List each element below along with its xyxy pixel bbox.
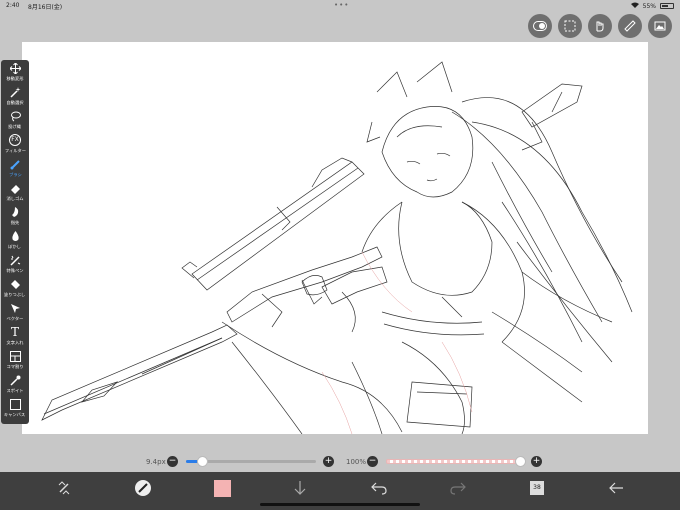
panel-icon	[9, 350, 21, 362]
tool-label: 消しゴム	[6, 196, 24, 202]
undo-button[interactable]	[369, 478, 389, 498]
brush-settings-button[interactable]	[133, 478, 153, 498]
hand-button[interactable]	[588, 14, 612, 38]
size-minus-button[interactable]: −	[167, 456, 178, 467]
status-right: 55%	[630, 2, 674, 10]
blur-icon	[9, 230, 21, 242]
transform-button[interactable]	[54, 478, 74, 498]
vector-icon	[9, 302, 21, 314]
text-icon: T	[9, 326, 21, 338]
tool-label: 投げ縄	[8, 124, 22, 130]
tool-label: フィルター	[4, 148, 26, 154]
battery-icon	[660, 3, 674, 9]
tool-label: ベクター	[6, 316, 24, 322]
redo-button[interactable]	[448, 478, 468, 498]
toggle-icon	[533, 21, 547, 31]
undo-icon	[371, 482, 387, 495]
fx-icon: FX	[9, 134, 21, 146]
tool-move[interactable]: 移動変形	[1, 60, 29, 84]
rotate-icon	[58, 481, 70, 495]
tool-label: キャンバス	[4, 412, 26, 418]
brush-icon	[9, 158, 21, 170]
brush-size-thumb[interactable]	[196, 456, 208, 467]
brush-size-slider[interactable]	[186, 456, 316, 467]
status-time: 2:40	[6, 2, 20, 9]
redo-icon	[450, 482, 466, 495]
layers-icon: 38	[530, 481, 544, 495]
tool-eyedropper[interactable]: スポイト	[1, 372, 29, 396]
tool-label: コマ割り	[6, 364, 24, 370]
ruler-button[interactable]	[618, 14, 642, 38]
tool-label: 塗りつぶし	[4, 292, 26, 298]
selection-button[interactable]	[558, 14, 582, 38]
wifi-icon	[630, 2, 639, 10]
selection-icon	[564, 20, 576, 32]
eraser-icon	[9, 182, 21, 194]
download-button[interactable]	[290, 478, 310, 498]
line-art-illustration	[41, 61, 633, 434]
tool-fill[interactable]: 塗りつぶし	[1, 276, 29, 300]
settings-toggle-button[interactable]	[528, 14, 552, 38]
arrow-left-icon	[609, 482, 623, 494]
tool-brush[interactable]: ブラシ	[1, 156, 29, 180]
tool-label: 特殊ペン	[6, 268, 24, 274]
fx-glyph: FX	[11, 136, 19, 143]
ruler-icon	[624, 20, 636, 32]
special-pen-icon	[9, 254, 21, 266]
arrow-down-icon	[294, 481, 306, 495]
opacity-minus-button[interactable]: −	[367, 456, 378, 467]
fill-bucket-icon	[9, 278, 21, 290]
tool-text[interactable]: T 文字入れ	[1, 324, 29, 348]
opacity-thumb[interactable]	[515, 456, 526, 467]
lasso-icon	[9, 110, 21, 122]
tool-special-pen[interactable]: 特殊ペン	[1, 252, 29, 276]
brush-circle-icon	[135, 480, 151, 496]
tool-filter[interactable]: FX フィルター	[1, 132, 29, 156]
tool-label: 移動変形	[6, 76, 24, 82]
tool-label: 自動選択	[6, 100, 24, 106]
tool-finger[interactable]: 指先	[1, 204, 29, 228]
tool-label: スポイト	[6, 388, 24, 394]
tool-palette: 移動変形 自動選択 投げ縄 FX フィルター ブラシ 消しゴム 指先 ぼかし 特…	[1, 60, 29, 424]
tool-label: ブラシ	[8, 172, 22, 178]
top-toolbar	[528, 14, 672, 38]
tool-magic-wand[interactable]: 自動選択	[1, 84, 29, 108]
image-icon	[654, 21, 666, 31]
magic-wand-icon	[9, 86, 21, 98]
brush-sliders: 9.4px − + 100% − +	[0, 454, 680, 470]
move-icon	[9, 62, 21, 74]
tool-canvas[interactable]: キャンバス	[1, 396, 29, 420]
tool-panel[interactable]: コマ割り	[1, 348, 29, 372]
tool-label: 文字入れ	[6, 340, 24, 346]
battery-percent: 55%	[642, 2, 656, 10]
text-glyph: T	[10, 325, 19, 339]
hand-icon	[596, 21, 604, 32]
material-button[interactable]	[648, 14, 672, 38]
color-button[interactable]	[212, 478, 232, 498]
status-date: 8月16日(金)	[28, 4, 63, 11]
layers-count: 38	[533, 484, 541, 491]
opacity-label: 100%	[346, 458, 367, 466]
back-button[interactable]	[606, 478, 626, 498]
size-plus-button[interactable]: +	[323, 456, 334, 467]
finger-icon	[9, 206, 21, 218]
brush-size-label: 9.4px	[146, 458, 166, 466]
home-indicator[interactable]	[260, 503, 420, 506]
tool-blur[interactable]: ぼかし	[1, 228, 29, 252]
tool-eraser[interactable]: 消しゴム	[1, 180, 29, 204]
tool-label: ぼかし	[8, 244, 22, 250]
canvas-icon	[9, 398, 21, 410]
tool-label: 指先	[10, 220, 20, 226]
drawing-canvas[interactable]	[22, 42, 648, 434]
status-bar: 2:40 8月16日(金) ••• 55%	[0, 0, 680, 12]
layers-button[interactable]: 38	[527, 478, 547, 498]
current-color-swatch	[213, 479, 231, 497]
opacity-slider[interactable]	[386, 456, 526, 467]
tool-vector[interactable]: ベクター	[1, 300, 29, 324]
multitask-dots[interactable]: •••	[334, 1, 349, 9]
eyedropper-icon	[9, 374, 21, 386]
opacity-plus-button[interactable]: +	[531, 456, 542, 467]
tool-lasso[interactable]: 投げ縄	[1, 108, 29, 132]
